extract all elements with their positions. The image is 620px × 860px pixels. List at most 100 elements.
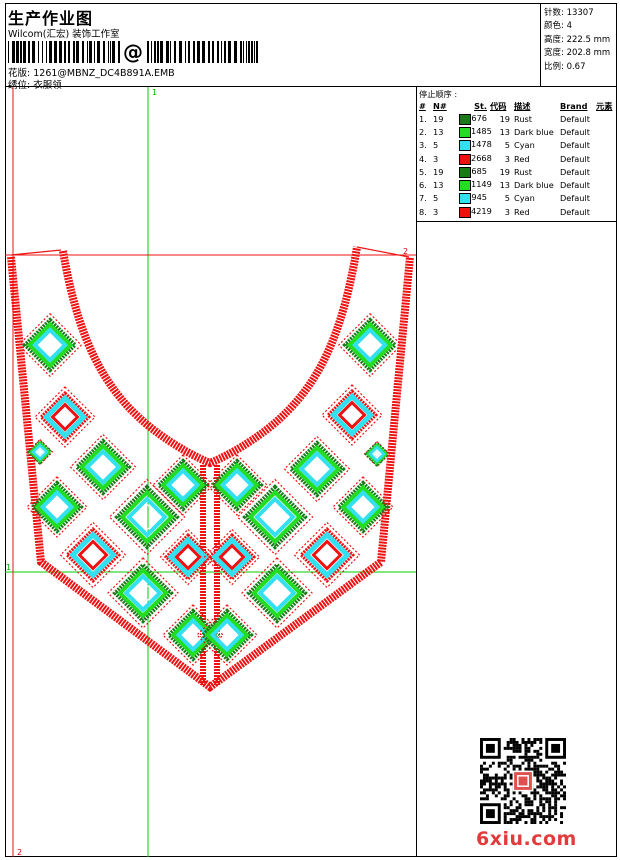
- row-index: 6.: [419, 180, 427, 191]
- color-swatch: [459, 166, 471, 178]
- row-brand: Default: [560, 180, 590, 191]
- stat-stitches: 针数: 13307: [544, 8, 594, 18]
- color-row: 2. 13 1485 13 Dark blue Default: [419, 125, 615, 138]
- row-description: Cyan: [514, 140, 535, 151]
- stat-height: 高度: 222.5 mm: [544, 35, 611, 45]
- row-index: 2.: [419, 126, 427, 137]
- row-index: 1.: [419, 113, 427, 124]
- col-header: 描述: [514, 101, 531, 111]
- row-needle: 13: [433, 126, 444, 137]
- guide-label-right: 2: [403, 247, 408, 256]
- row-needle: 13: [433, 180, 444, 191]
- row-needle: 3: [433, 153, 439, 164]
- row-stitches: 1149: [459, 178, 492, 192]
- color-swatch: [459, 140, 471, 152]
- row-description: Cyan: [514, 193, 535, 204]
- col-header: 元素: [596, 101, 613, 111]
- row-description: Rust: [514, 166, 532, 177]
- color-swatch: [459, 180, 471, 192]
- row-element: [596, 192, 615, 205]
- row-stitches: 1478: [459, 139, 492, 152]
- col-header: N#: [433, 101, 447, 111]
- color-row: 7. 5 945 5 Cyan Default: [419, 192, 615, 205]
- row-code: 13: [499, 126, 510, 137]
- color-swatch: [459, 206, 471, 218]
- row-code: 19: [499, 166, 510, 177]
- row-element: [596, 205, 615, 218]
- row-element: [596, 112, 615, 125]
- row-stitches: 676: [459, 112, 490, 125]
- row-brand: Default: [560, 126, 590, 137]
- color-row: 5. 19 685 19 Rust Default: [419, 165, 615, 178]
- color-row: 1. 19 676 19 Rust Default: [419, 112, 615, 125]
- row-stitches: 945: [459, 192, 490, 205]
- row-code: 3: [504, 153, 510, 164]
- color-sequence-panel: 停止顺序 : # N# St. 代码 描述 Brand 元素 1. 19 676 19…: [416, 87, 617, 222]
- color-row: 8. 3 4219 3 Red Default: [419, 205, 615, 218]
- row-brand: Default: [560, 166, 590, 177]
- row-description: Red: [514, 153, 530, 164]
- company-name: Wilcom(汇宏) 装饰工作室: [8, 29, 120, 40]
- row-stitches: 2668: [459, 152, 492, 165]
- stats-panel: 针数: 13307 颜色: 4 高度: 222.5 mm 宽度: 202.8 m…: [540, 4, 617, 86]
- row-brand: Default: [560, 153, 590, 164]
- stat-colors: 颜色: 4: [544, 21, 572, 31]
- watermark: 6xiu.com: [476, 828, 577, 850]
- color-row: 4. 3 2668 3 Red Default: [419, 152, 615, 165]
- row-description: Dark blue: [514, 180, 554, 191]
- barcode-at-sign: @: [120, 41, 146, 63]
- row-code: 5: [504, 193, 510, 204]
- row-needle: 5: [433, 193, 439, 204]
- row-description: Red: [514, 206, 530, 217]
- header-info: 生产作业图 Wilcom(汇宏) 装饰工作室 @ 花版: 1261@MBNZ_D…: [6, 4, 540, 91]
- row-brand: Default: [560, 193, 590, 204]
- color-table: # N# St. 代码 描述 Brand 元素 1. 19 676 19 Rust Def…: [419, 100, 615, 218]
- guide-label-top: 1: [152, 88, 157, 97]
- row-element: [596, 178, 615, 191]
- row-needle: 19: [433, 166, 444, 177]
- embroidery-design: 1 1 2 2: [5, 87, 416, 857]
- row-element: [596, 165, 615, 178]
- diamond-motif-layer: [242, 484, 308, 550]
- row-needle: 5: [433, 140, 439, 151]
- row-element: [596, 152, 615, 165]
- right-column-divider: [416, 222, 417, 857]
- color-swatch: [459, 113, 471, 125]
- stat-scale: 比例: 0.67: [544, 62, 586, 72]
- row-brand: Default: [560, 206, 590, 217]
- row-brand: Default: [560, 113, 590, 124]
- color-table-header: # N# St. 代码 描述 Brand 元素: [419, 100, 615, 112]
- col-header: #: [419, 101, 426, 111]
- row-index: 3.: [419, 140, 427, 151]
- color-swatch: [459, 126, 471, 138]
- color-row: 6. 13 1149 13 Dark blue Default: [419, 178, 615, 192]
- col-header: St.: [474, 101, 487, 111]
- row-code: 19: [499, 113, 510, 124]
- row-code: 5: [504, 140, 510, 151]
- row-element: [596, 139, 615, 152]
- row-needle: 19: [433, 113, 444, 124]
- row-description: Rust: [514, 113, 532, 124]
- row-index: 7.: [419, 193, 427, 204]
- guide-label-bottom: 2: [17, 848, 22, 857]
- diamond-motifs: [17, 312, 403, 666]
- col-header: 代码: [490, 101, 507, 111]
- row-code: 13: [499, 180, 510, 191]
- row-index: 8.: [419, 206, 427, 217]
- color-swatch: [459, 153, 471, 165]
- row-element: [596, 125, 615, 138]
- stat-width: 宽度: 202.8 mm: [544, 48, 611, 58]
- row-code: 3: [504, 206, 510, 217]
- color-panel-heading: 停止顺序 :: [419, 89, 458, 99]
- row-index: 5.: [419, 166, 427, 177]
- color-row: 3. 5 1478 5 Cyan Default: [419, 139, 615, 152]
- row-stitches: 685: [459, 165, 490, 178]
- row-needle: 3: [433, 206, 439, 217]
- qr-code: [480, 738, 566, 824]
- col-header: Brand: [560, 101, 588, 111]
- row-stitches: 1485: [459, 125, 492, 138]
- row-index: 4.: [419, 153, 427, 164]
- row-brand: Default: [560, 140, 590, 151]
- row-stitches: 4219: [459, 205, 492, 218]
- row-description: Dark blue: [514, 126, 554, 137]
